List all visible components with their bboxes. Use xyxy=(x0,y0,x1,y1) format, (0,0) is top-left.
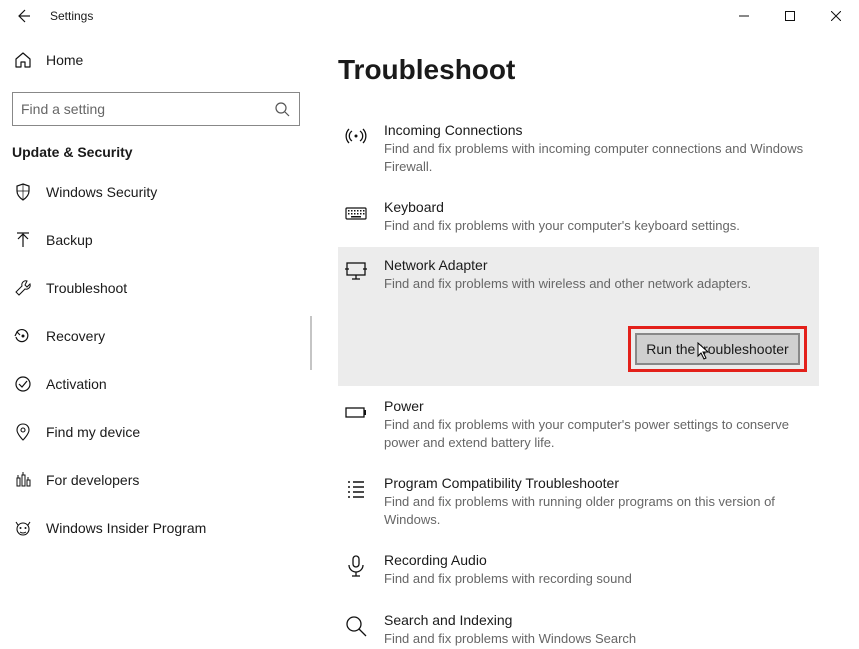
sidebar: Home Update & Security Windows Security xyxy=(0,32,312,649)
nav-windows-insider[interactable]: Windows Insider Program xyxy=(10,506,302,550)
nav-troubleshoot[interactable]: Troubleshoot xyxy=(10,266,302,310)
maximize-button[interactable] xyxy=(767,0,813,32)
nav-home-label: Home xyxy=(46,52,83,68)
nav-label: For developers xyxy=(46,472,139,488)
titlebar: Settings xyxy=(0,0,859,32)
ts-title: Recording Audio xyxy=(384,552,809,568)
nav-label: Windows Insider Program xyxy=(46,520,206,536)
nav-label: Troubleshoot xyxy=(46,280,127,296)
nav-windows-security[interactable]: Windows Security xyxy=(10,170,302,214)
ts-desc: Find and fix problems with your computer… xyxy=(384,416,809,451)
run-button-highlight: Run the troubleshooter xyxy=(628,326,807,372)
nav-for-developers[interactable]: For developers xyxy=(10,458,302,502)
ts-desc: Find and fix problems with your computer… xyxy=(384,217,809,235)
ts-title: Search and Indexing xyxy=(384,612,809,628)
page-title: Troubleshoot xyxy=(338,54,819,86)
activation-icon xyxy=(14,375,32,393)
ts-keyboard[interactable]: Keyboard Find and fix problems with your… xyxy=(338,187,819,247)
ts-incoming-connections[interactable]: Incoming Connections Find and fix proble… xyxy=(338,110,819,187)
ts-title: Power xyxy=(384,398,809,414)
home-icon xyxy=(14,51,32,69)
ts-title: Network Adapter xyxy=(384,257,809,273)
nav-label: Windows Security xyxy=(46,184,157,200)
nav-find-my-device[interactable]: Find my device xyxy=(10,410,302,454)
minimize-button[interactable] xyxy=(721,0,767,32)
antenna-icon xyxy=(344,124,368,148)
ts-desc: Find and fix problems with running older… xyxy=(384,493,809,528)
run-troubleshooter-button[interactable]: Run the troubleshooter xyxy=(635,333,800,365)
ts-search-indexing[interactable]: Search and Indexing Find and fix problem… xyxy=(338,600,819,649)
shield-icon xyxy=(14,183,32,201)
window-title: Settings xyxy=(50,9,93,23)
ts-desc: Find and fix problems with Windows Searc… xyxy=(384,630,809,648)
section-heading: Update & Security xyxy=(10,140,302,170)
run-button-label: Run the troubleshooter xyxy=(646,341,788,357)
battery-icon xyxy=(344,400,368,424)
recovery-icon xyxy=(14,327,32,345)
nav-activation[interactable]: Activation xyxy=(10,362,302,406)
backup-icon xyxy=(14,231,32,249)
window-controls xyxy=(721,0,859,32)
ts-desc: Find and fix problems with incoming comp… xyxy=(384,140,809,175)
developers-icon xyxy=(14,471,32,489)
ts-desc: Find and fix problems with wireless and … xyxy=(384,275,809,293)
back-icon[interactable] xyxy=(14,7,32,25)
insider-icon xyxy=(14,519,32,537)
nav-label: Recovery xyxy=(46,328,105,344)
search-icon xyxy=(273,100,291,118)
nav-label: Backup xyxy=(46,232,93,248)
ts-title: Program Compatibility Troubleshooter xyxy=(384,475,809,491)
troubleshooter-list: Incoming Connections Find and fix proble… xyxy=(338,110,819,649)
close-button[interactable] xyxy=(813,0,859,32)
nav-backup[interactable]: Backup xyxy=(10,218,302,262)
search-input[interactable] xyxy=(21,101,273,117)
search-box[interactable] xyxy=(12,92,300,126)
ts-desc: Find and fix problems with recording sou… xyxy=(384,570,809,588)
location-icon xyxy=(14,423,32,441)
sidebar-scroll-indicator[interactable] xyxy=(310,316,312,370)
ts-program-compatibility[interactable]: Program Compatibility Troubleshooter Fin… xyxy=(338,463,819,540)
list-icon xyxy=(344,477,368,501)
main-panel: Troubleshoot Incoming Connections Find a… xyxy=(312,32,859,649)
keyboard-icon xyxy=(344,201,368,225)
microphone-icon xyxy=(344,554,368,578)
monitor-icon xyxy=(344,259,368,283)
ts-network-adapter[interactable]: Network Adapter Find and fix problems wi… xyxy=(338,247,819,387)
ts-power[interactable]: Power Find and fix problems with your co… xyxy=(338,386,819,463)
nav-recovery[interactable]: Recovery xyxy=(10,314,302,358)
nav-label: Find my device xyxy=(46,424,140,440)
ts-recording-audio[interactable]: Recording Audio Find and fix problems wi… xyxy=(338,540,819,600)
ts-title: Incoming Connections xyxy=(384,122,809,138)
nav-label: Activation xyxy=(46,376,107,392)
nav-home[interactable]: Home xyxy=(10,38,302,82)
ts-title: Keyboard xyxy=(384,199,809,215)
search-large-icon xyxy=(344,614,368,638)
wrench-icon xyxy=(14,279,32,297)
